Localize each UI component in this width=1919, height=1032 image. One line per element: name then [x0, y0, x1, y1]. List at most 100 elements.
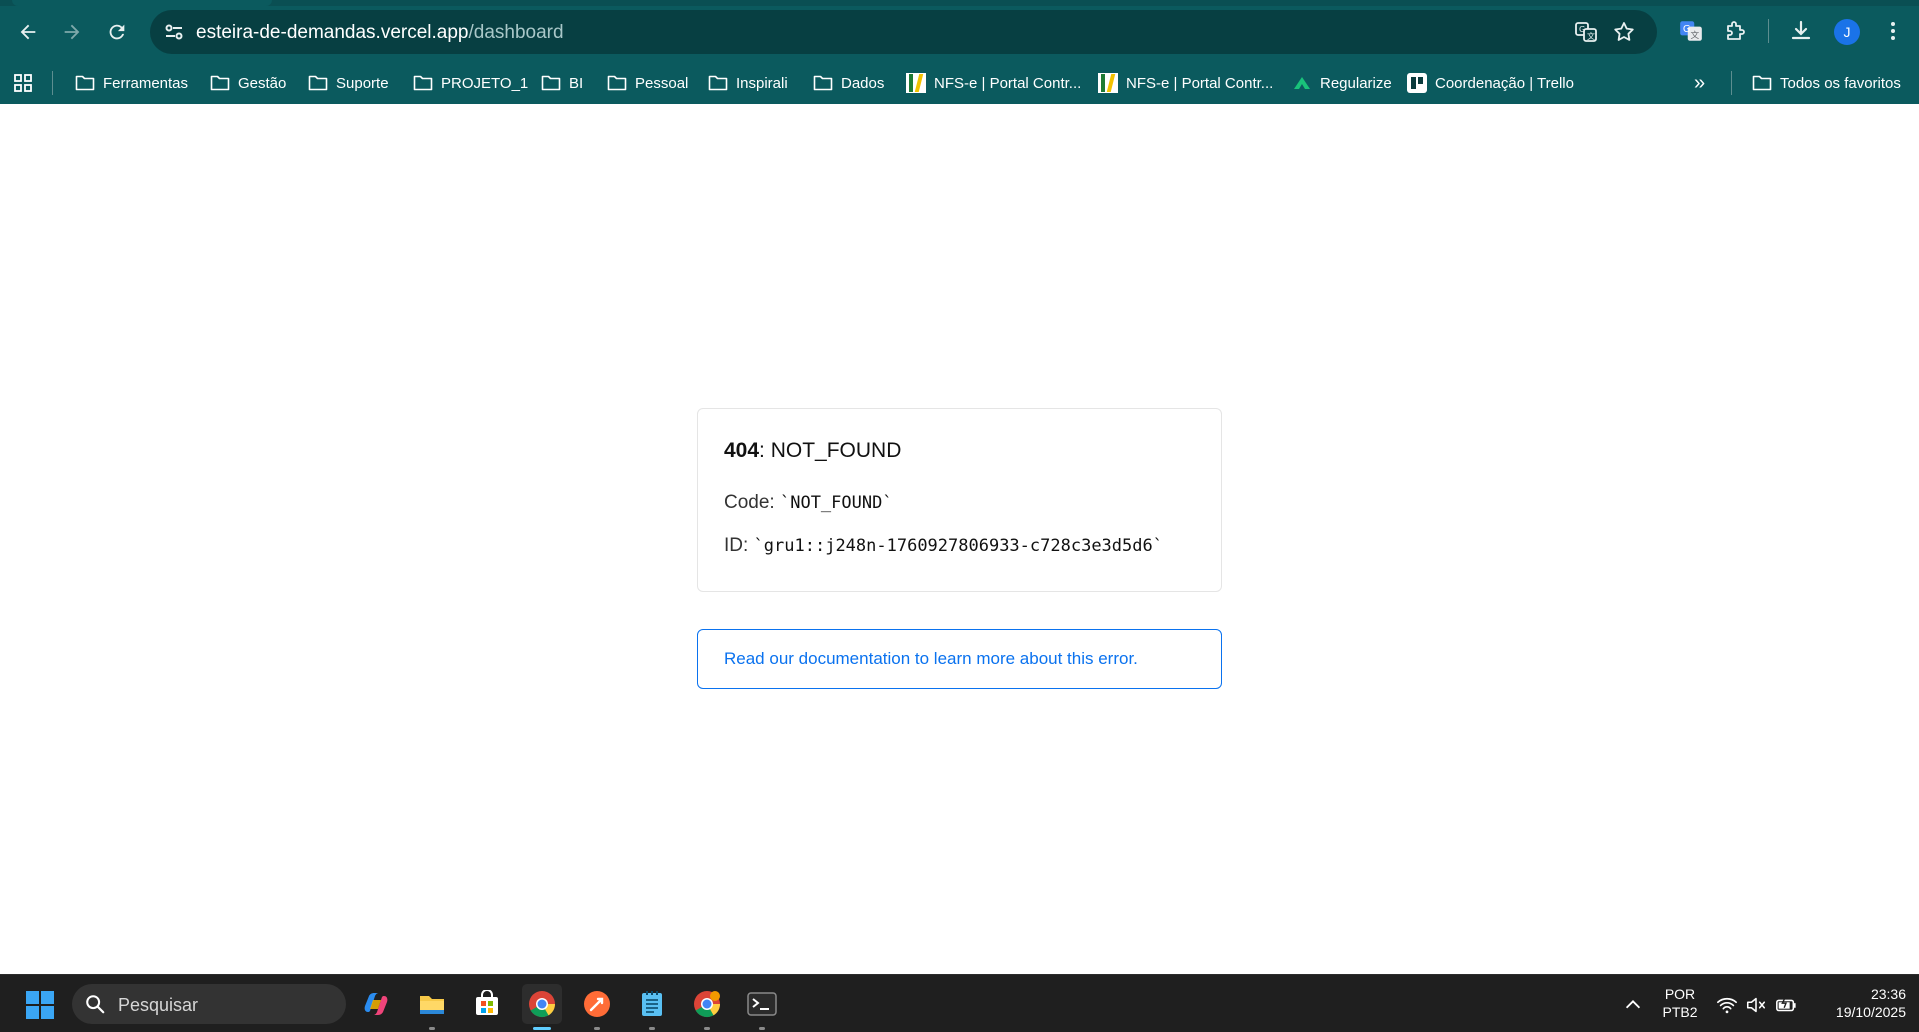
download-button[interactable]	[1784, 14, 1818, 48]
taskbar-notepad[interactable]	[632, 984, 672, 1030]
folder-icon	[541, 75, 561, 91]
folder-icon	[1752, 75, 1772, 91]
taskbar-chrome[interactable]	[522, 984, 562, 1030]
google-translate-extension-button[interactable]: G文	[1674, 14, 1708, 48]
nfse-logo-icon	[906, 73, 926, 93]
translate-icon[interactable]: G文	[1574, 20, 1598, 44]
show-hidden-icons-chevron-icon[interactable]	[1622, 994, 1644, 1016]
site-settings-icon[interactable]	[162, 20, 186, 44]
star-icon[interactable]	[1612, 20, 1636, 44]
error-title: 404: NOT_FOUND	[724, 439, 901, 463]
extensions-icon	[1727, 21, 1745, 40]
running-indicator	[704, 1027, 710, 1030]
bookmark-label: Coordenação | Trello	[1435, 74, 1574, 92]
url-host: esteira-de-demandas.vercel.app	[196, 22, 469, 43]
bookmark-label: Ferramentas	[103, 74, 189, 92]
back-button[interactable]	[10, 14, 46, 50]
folder-icon	[708, 75, 728, 91]
folder-icon	[308, 75, 328, 91]
taskbar-copilot[interactable]	[356, 984, 396, 1024]
extensions-button[interactable]	[1719, 14, 1753, 48]
menu-icon	[1891, 22, 1895, 40]
bookmark-folder-gestao[interactable]: Gestão	[210, 71, 286, 95]
regularize-logo-icon	[1294, 77, 1310, 89]
bookmark-folder-pessoal[interactable]: Pessoal	[607, 71, 688, 95]
windows-logo-icon	[26, 991, 39, 1004]
bookmark-folder-bi[interactable]: BI	[541, 71, 583, 95]
bookmark-nfse-portal-2[interactable]: NFS-e | Portal Contr...	[1098, 71, 1273, 95]
wifi-icon[interactable]	[1716, 994, 1738, 1016]
svg-text:G: G	[1683, 24, 1691, 35]
bookmark-trello[interactable]: Coordenação | Trello	[1407, 71, 1574, 95]
clock[interactable]: 23:36 19/10/2025	[1812, 985, 1906, 1021]
bookmarks-divider	[1731, 71, 1732, 95]
chrome-icon	[529, 991, 556, 1018]
status-text: : NOT_FOUND	[759, 439, 902, 462]
chrome-badge-icon	[694, 991, 721, 1018]
nfse-logo-icon	[1098, 73, 1118, 93]
taskbar-search[interactable]: Pesquisar	[72, 984, 346, 1024]
trello-logo-icon	[1407, 73, 1427, 93]
windows-logo-icon	[26, 1006, 39, 1019]
bookmark-label: Todos os favoritos	[1780, 74, 1901, 92]
bookmark-nfse-portal-1[interactable]: NFS-e | Portal Contr...	[906, 71, 1081, 95]
folder-icon	[607, 75, 627, 91]
apps-button[interactable]	[13, 71, 41, 95]
id-value: `gru1::j248n-1760927806933-c728c3e3d5d6`	[753, 536, 1163, 556]
error-card: 404: NOT_FOUND Code: `NOT_FOUND` ID: `gr…	[697, 408, 1222, 592]
postman-icon	[584, 991, 610, 1017]
bookmark-folder-dados[interactable]: Dados	[813, 71, 884, 95]
code-value: `NOT_FOUND`	[779, 493, 893, 513]
bookmarks-bar: Ferramentas Gestão Suporte PROJETO_1 BI …	[0, 62, 1919, 104]
microsoft-store-icon	[476, 990, 498, 1015]
bookmark-regularize[interactable]: Regularize	[1292, 71, 1392, 95]
taskbar-file-explorer[interactable]	[412, 984, 452, 1030]
download-icon	[1791, 20, 1811, 40]
forward-button[interactable]	[54, 14, 90, 50]
windows-logo-icon	[41, 1006, 54, 1019]
bookmark-label: BI	[569, 74, 584, 92]
forward-icon	[64, 24, 80, 40]
language-code: POR	[1664, 986, 1696, 1002]
reload-button[interactable]	[99, 14, 135, 50]
bookmark-folder-suporte[interactable]: Suporte	[308, 71, 389, 95]
documentation-link[interactable]: Read our documentation to learn more abo…	[724, 649, 1138, 669]
taskbar-microsoft-store[interactable]	[467, 984, 507, 1024]
page-content: 404: NOT_FOUND Code: `NOT_FOUND` ID: `gr…	[0, 104, 1919, 974]
bookmark-folder-ferramentas[interactable]: Ferramentas	[75, 71, 188, 95]
url-path: /dashboard	[468, 22, 564, 43]
running-indicator	[594, 1027, 600, 1030]
search-icon	[86, 995, 105, 1014]
bookmark-label: Pessoal	[635, 74, 689, 92]
terminal-icon	[747, 992, 777, 1016]
bookmark-folder-inspirali[interactable]: Inspirali	[708, 71, 788, 95]
code-label: Code:	[724, 492, 775, 513]
url-text[interactable]: esteira-de-demandas.vercel.app/dashboard	[196, 22, 564, 44]
bookmark-label: Dados	[841, 74, 885, 92]
bookmark-label: NFS-e | Portal Contr...	[1126, 74, 1274, 92]
address-bar[interactable]: esteira-de-demandas.vercel.app/dashboard…	[150, 10, 1657, 54]
taskbar-postman[interactable]	[577, 984, 617, 1030]
bookmarks-overflow-button[interactable]: »	[1694, 71, 1705, 95]
menu-button[interactable]	[1876, 14, 1910, 48]
input-language[interactable]: POR PTB2	[1654, 985, 1706, 1021]
bookmark-label: Regularize	[1320, 74, 1392, 92]
bookmark-label: Gestão	[238, 74, 287, 92]
apps-grid-icon	[14, 74, 32, 92]
battery-charging-icon[interactable]	[1775, 994, 1797, 1016]
status-code: 404	[724, 439, 760, 462]
browser-toolbar: esteira-de-demandas.vercel.app/dashboard…	[0, 0, 1919, 62]
taskbar-chrome-profile[interactable]	[687, 984, 727, 1030]
all-bookmarks-folder[interactable]: Todos os favoritos	[1752, 71, 1901, 95]
running-indicator	[759, 1027, 765, 1030]
bookmark-folder-projeto-1[interactable]: PROJETO_1	[413, 71, 528, 95]
keyboard-layout: PTB2	[1662, 1004, 1698, 1020]
start-button[interactable]	[26, 991, 54, 1019]
svg-text:文: 文	[1690, 29, 1699, 41]
profile-avatar[interactable]: J	[1834, 19, 1860, 45]
running-indicator	[429, 1027, 435, 1030]
active-tab[interactable]	[12, 0, 272, 6]
windows-logo-icon	[41, 991, 54, 1004]
taskbar-terminal[interactable]	[742, 984, 782, 1030]
volume-muted-icon[interactable]	[1745, 994, 1767, 1016]
